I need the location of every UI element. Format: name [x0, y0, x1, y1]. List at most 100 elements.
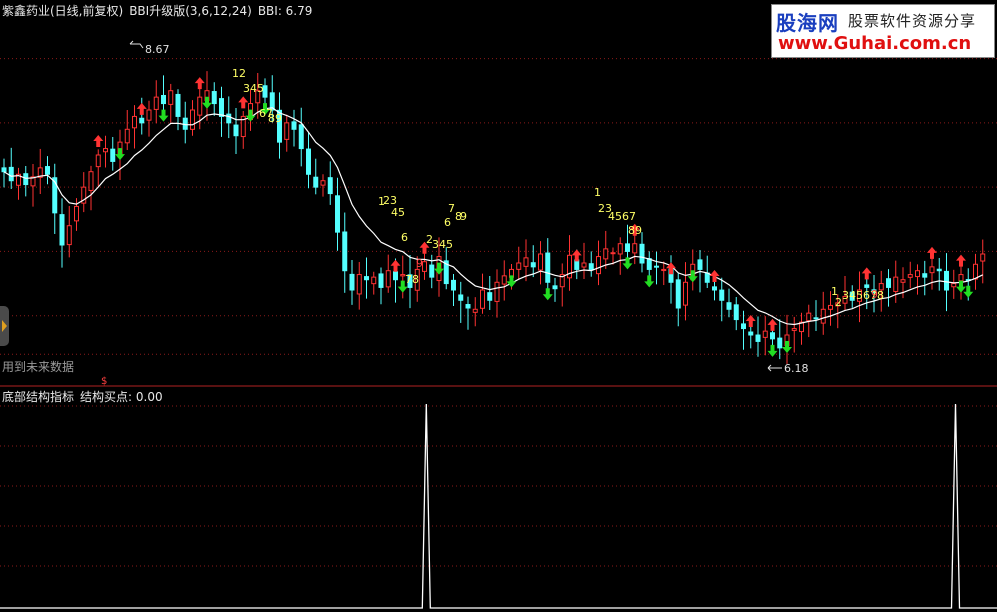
candle — [799, 312, 804, 345]
candle — [712, 279, 717, 301]
candle — [190, 100, 195, 136]
candle — [66, 205, 72, 258]
candle — [458, 281, 464, 323]
candle — [741, 310, 746, 350]
candle — [472, 297, 478, 327]
subpanel-header: 底部结构指标 结构买点: 0.00 — [2, 388, 163, 405]
up-arrow-icon — [927, 246, 937, 259]
down-arrow-icon — [687, 270, 698, 283]
candle — [30, 164, 36, 207]
count-label: 4567 — [608, 210, 636, 223]
count-label: 2 — [835, 296, 842, 309]
candle — [37, 148, 43, 194]
down-arrow-icon — [115, 148, 125, 161]
count-label: 9 — [871, 288, 878, 301]
candle — [211, 82, 217, 116]
candle — [422, 252, 427, 280]
candle — [603, 230, 609, 269]
dollar-sign-icon: $ — [101, 376, 107, 387]
candle — [936, 257, 942, 291]
indicator-name: BBI升级版(3,6,12,24) — [129, 4, 252, 18]
candle — [661, 261, 667, 286]
candle — [306, 132, 311, 189]
candle — [313, 158, 319, 195]
candle — [153, 80, 159, 124]
candle — [980, 239, 986, 284]
candle — [784, 314, 790, 364]
panel-toggle-handle[interactable] — [0, 306, 9, 346]
candle — [639, 232, 645, 273]
candle — [530, 245, 536, 278]
candle — [733, 297, 739, 331]
candle — [922, 260, 928, 296]
candle — [501, 260, 507, 301]
up-arrow-icon — [194, 77, 205, 90]
candle — [538, 241, 543, 285]
low-marker — [767, 364, 782, 372]
candle — [973, 253, 978, 290]
up-arrow-icon — [136, 102, 147, 115]
candle — [146, 100, 152, 137]
candle — [951, 269, 957, 299]
down-arrow-icon — [245, 109, 256, 122]
candle — [429, 254, 435, 289]
candle — [320, 174, 326, 197]
structure-buy-line — [0, 403, 997, 609]
down-arrow-icon — [782, 341, 792, 353]
stock-chart: 1234567891234567892 345678912345678912345… — [0, 40, 997, 609]
high-label: 8.67 — [145, 43, 170, 56]
count-label: 7 — [448, 202, 455, 215]
candle — [291, 109, 297, 147]
up-arrow-icon — [709, 270, 720, 282]
candle — [378, 267, 384, 305]
candle — [168, 83, 174, 123]
candle — [385, 254, 391, 293]
candle — [124, 110, 130, 151]
candle — [88, 165, 94, 211]
count-label: 89 — [628, 224, 642, 237]
candle — [219, 86, 224, 137]
candle — [559, 263, 565, 307]
count-label: 6 — [444, 216, 451, 229]
count-label: 45 — [391, 206, 405, 219]
candle — [52, 163, 58, 234]
candle — [820, 291, 826, 335]
candle — [487, 276, 493, 310]
candle — [915, 264, 920, 295]
down-arrow-icon — [644, 275, 655, 288]
down-arrow-icon — [542, 288, 553, 301]
low-label: 6.18 — [784, 362, 809, 375]
subpanel-title: 底部结构指标 — [2, 390, 75, 404]
down-arrow-icon — [767, 344, 778, 357]
candle — [654, 251, 659, 285]
candle — [197, 88, 203, 130]
candle — [240, 111, 246, 149]
candle — [161, 75, 166, 114]
down-arrow-icon — [202, 96, 212, 109]
candle — [552, 277, 558, 302]
up-arrow-icon — [861, 267, 872, 280]
candle — [893, 260, 899, 303]
candle — [762, 316, 768, 356]
up-arrow-icon — [390, 259, 401, 272]
candle — [277, 92, 282, 159]
candle — [298, 107, 304, 167]
candle — [777, 319, 783, 360]
candle — [907, 261, 913, 289]
candle — [349, 259, 355, 305]
down-arrow-icon — [506, 275, 517, 288]
candle — [81, 172, 87, 213]
candle — [545, 238, 551, 297]
candle — [371, 271, 377, 295]
count-label: 1 — [594, 186, 601, 199]
up-arrow-icon — [238, 96, 249, 109]
watermark-logo: 股海网 股票软件资源分享 www.Guhai.com.cn — [771, 4, 995, 58]
watermark-brand: 股海网 — [776, 11, 839, 35]
bbi-value: BBI: 6.79 — [257, 4, 313, 18]
candle — [103, 135, 108, 168]
candle — [233, 107, 239, 155]
candle — [523, 239, 529, 282]
candle — [110, 136, 116, 171]
up-arrow-icon — [956, 254, 966, 267]
chart-header: 紫鑫药业(日线,前复权) BBI升级版(3,6,12,24) BBI: 6.79 — [2, 2, 312, 19]
